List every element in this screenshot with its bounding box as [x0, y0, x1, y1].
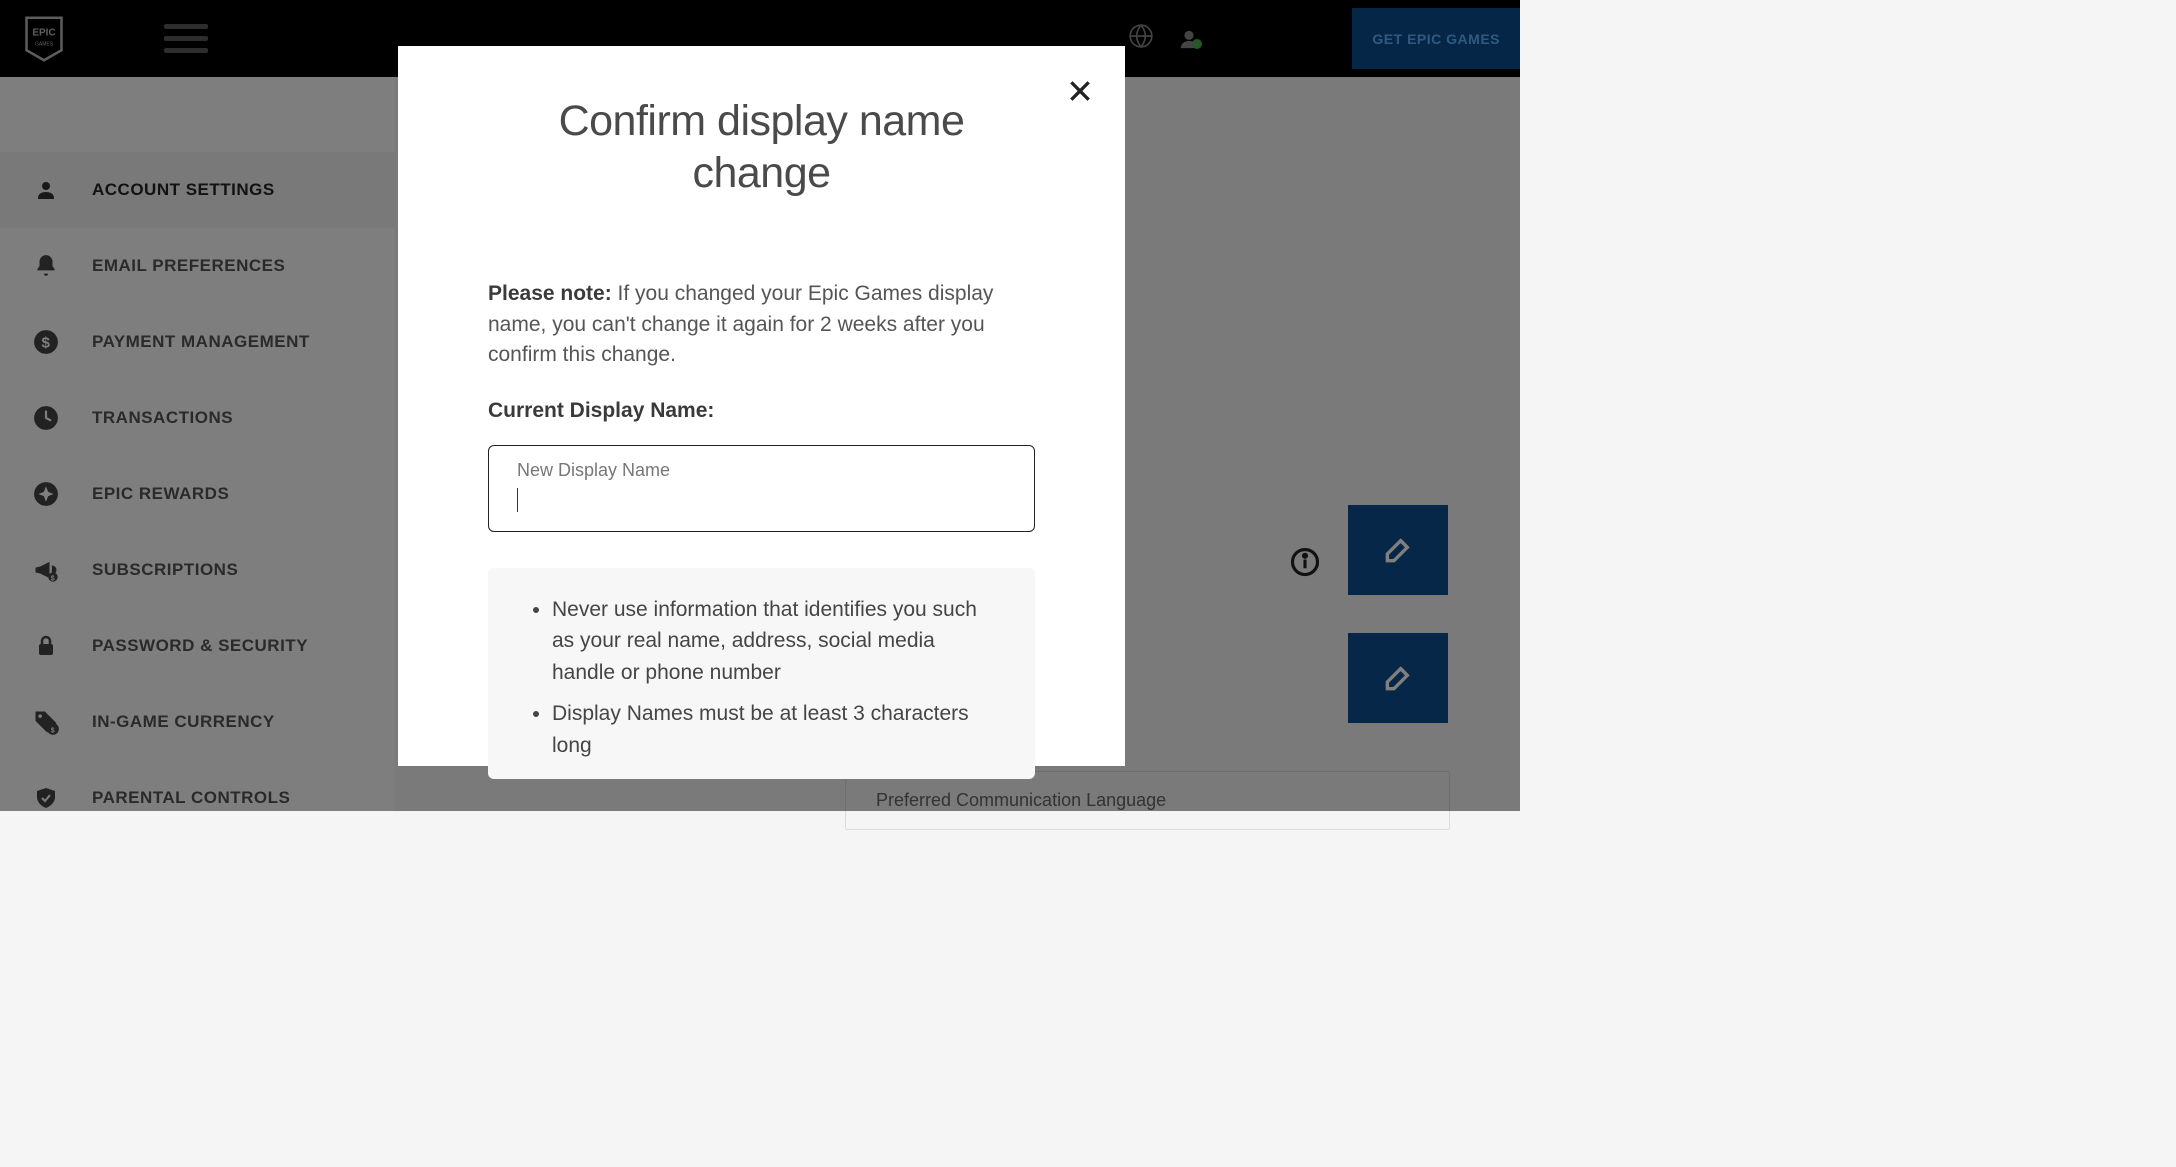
close-icon	[1067, 78, 1093, 104]
tip-item: Never use information that identifies yo…	[552, 594, 999, 689]
input-float-label: New Display Name	[517, 460, 1006, 481]
close-button[interactable]	[1067, 78, 1093, 109]
modal-title: Confirm display name change	[488, 96, 1035, 199]
modal-note: Please note: If you changed your Epic Ga…	[488, 279, 1035, 370]
new-display-name-input[interactable]	[518, 488, 1006, 511]
display-name-input-wrapper[interactable]: New Display Name	[488, 445, 1035, 532]
confirm-display-name-modal: Confirm display name change Please note:…	[398, 46, 1125, 766]
tip-item: Display Names must be at least 3 charact…	[552, 698, 999, 761]
current-display-name-label: Current Display Name:	[488, 399, 1035, 423]
modal-tips-box: Never use information that identifies yo…	[488, 568, 1035, 780]
